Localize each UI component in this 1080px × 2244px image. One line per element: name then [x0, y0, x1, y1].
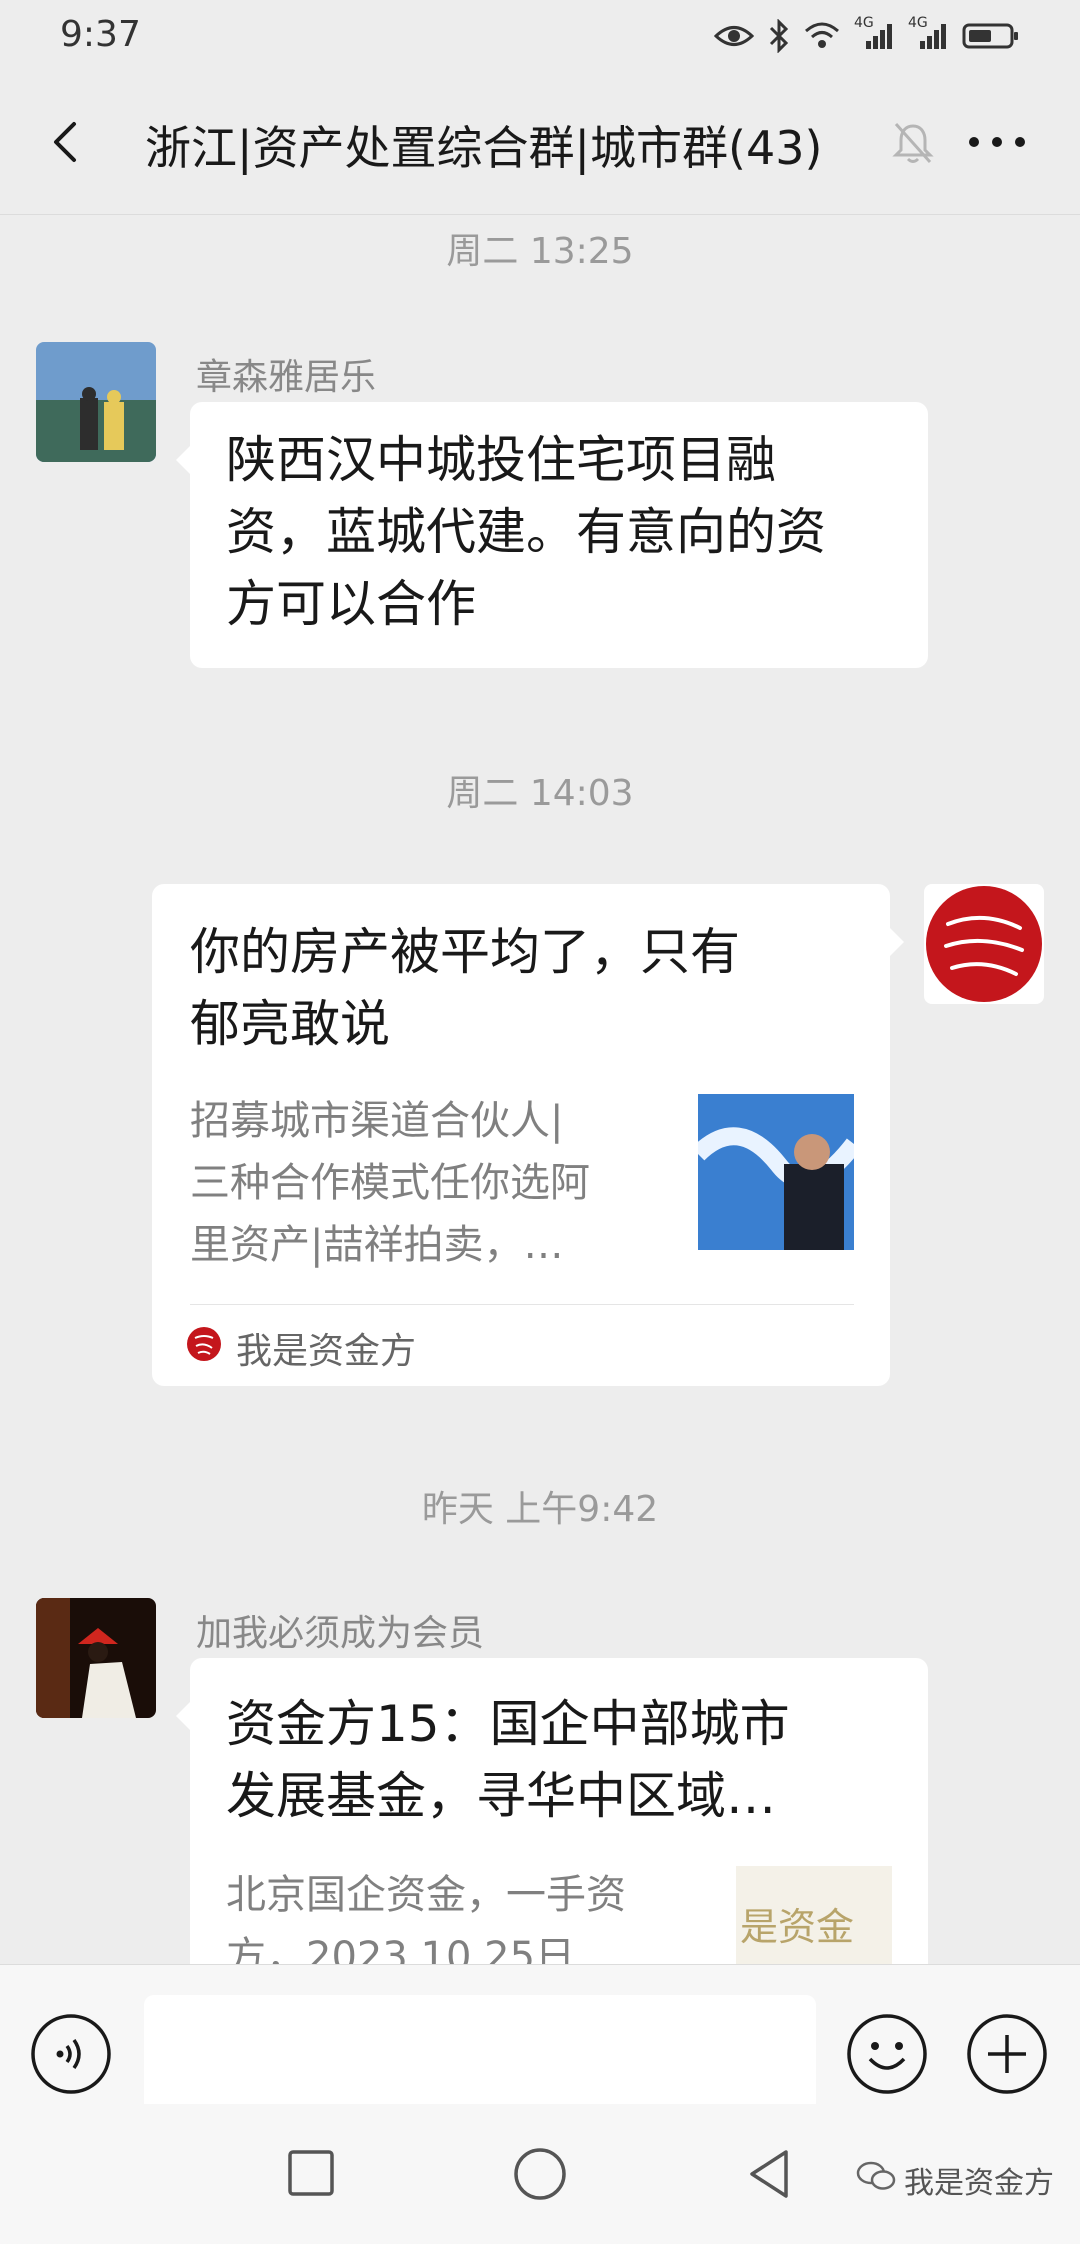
card-title: 你的房产被平均了，只有 郁亮敢说: [190, 923, 740, 1053]
status-time: 9:37: [60, 14, 141, 55]
message-timestamp: 昨天 上午9:42: [421, 1489, 659, 1530]
status-icons: 4G 4G: [714, 15, 1020, 56]
card-thumbnail: [698, 1094, 854, 1250]
back-button[interactable]: [36, 112, 96, 172]
link-card[interactable]: 你的房产被平均了，只有 郁亮敢说 招募城市渠道合伙人| 三种合作模式任你选阿 里…: [152, 884, 904, 1386]
message-text-line: 资，蓝城代建。有意向的资: [226, 503, 826, 561]
square-icon: [288, 2150, 334, 2196]
bluetooth-icon: [768, 19, 790, 53]
message-text-line: 陕西汉中城投住宅项目融: [226, 431, 776, 489]
avatar[interactable]: [36, 1598, 156, 1718]
card-thumbnail: 是资金: [736, 1866, 892, 1964]
source-logo-icon: [186, 1326, 222, 1371]
system-nav-bar: 我是资金方: [0, 2104, 1080, 2244]
message-bubble[interactable]: 陕西汉中城投住宅项目融 资，蓝城代建。有意向的资 方可以合作: [176, 402, 928, 668]
signal-icon-1: 4G: [854, 15, 894, 51]
avatar[interactable]: [36, 342, 156, 462]
voice-icon: [31, 2014, 111, 2094]
input-bar: [0, 1964, 1080, 2115]
back-nav-button[interactable]: [742, 2146, 798, 2202]
eye-icon: [714, 21, 754, 51]
mute-icon: [888, 118, 938, 168]
chevron-left-icon: [54, 122, 76, 162]
card-divider: [190, 1304, 854, 1305]
link-card[interactable]: 资金方15：国企中部城市 发展基金，寻华中区域… 北京国企资金，一手资 方，20…: [176, 1658, 928, 1980]
avatar[interactable]: [924, 884, 1044, 1004]
more-button[interactable]: [962, 122, 1032, 162]
recents-button[interactable]: [286, 2148, 336, 2198]
signal-icon-2: 4G: [908, 15, 948, 51]
status-bar: 9:37 4G 4G: [0, 0, 1080, 72]
triangle-back-icon: [750, 2150, 788, 2198]
wechat-logo-icon: [856, 2160, 896, 2200]
chat-title: 浙江|资产处置综合群|城市群(43): [145, 121, 823, 175]
card-description: 招募城市渠道合伙人| 三种合作模式任你选阿 里资产|喆祥拍卖，…: [190, 1098, 590, 1268]
card-source: 我是资金方: [186, 1322, 416, 1374]
sender-name: 加我必须成为会员: [196, 1613, 485, 1654]
chat-header: 浙江|资产处置综合群|城市群(43): [0, 72, 1080, 215]
message-input[interactable]: [144, 1995, 816, 2115]
message-timestamp: 周二 14:03: [446, 773, 634, 814]
voice-button[interactable]: [30, 2013, 112, 2095]
card-title: 资金方15：国企中部城市 发展基金，寻华中区域…: [226, 1695, 790, 1825]
emoji-icon: [847, 2014, 927, 2094]
message-text-line: 方可以合作: [226, 575, 476, 633]
add-button[interactable]: [966, 2013, 1048, 2095]
battery-icon: [962, 21, 1020, 51]
home-button[interactable]: [512, 2146, 568, 2202]
emoji-button[interactable]: [846, 2013, 928, 2095]
sender-name: 章森雅居乐: [196, 357, 377, 398]
plus-icon: [967, 2014, 1047, 2094]
more-icon: [969, 137, 1025, 147]
circle-icon: [514, 2148, 566, 2200]
watermark: 我是资金方: [856, 2158, 1054, 2202]
wifi-icon: [804, 21, 840, 51]
message-timestamp: 周二 13:25: [446, 231, 634, 272]
